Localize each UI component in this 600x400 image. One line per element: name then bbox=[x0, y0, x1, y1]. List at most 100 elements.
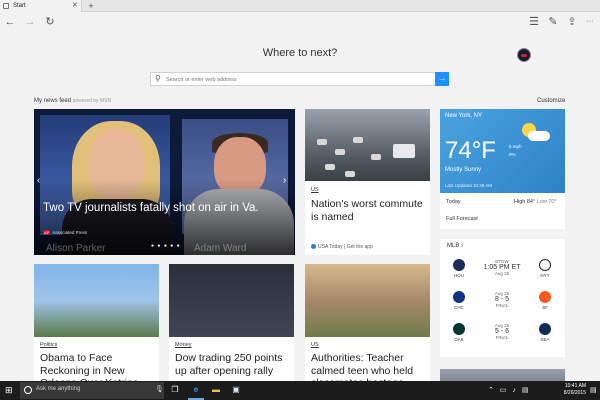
news-image bbox=[305, 264, 430, 337]
mlb-scores-card[interactable]: MLB › HOU BTGW 1:05 PM ET Aug 26 NYY CHC… bbox=[440, 239, 565, 357]
file-explorer-icon[interactable]: ▬ bbox=[211, 385, 221, 395]
more-button[interactable]: ··· bbox=[583, 15, 597, 29]
tab-label: Start bbox=[13, 3, 26, 9]
weather-temperature: 74°F bbox=[445, 137, 496, 164]
cortana-search-box[interactable]: Ask me anything 🎙 bbox=[20, 382, 164, 399]
team-abbr: SEA bbox=[540, 337, 550, 342]
web-note-button[interactable]: ✎ bbox=[546, 15, 560, 29]
task-view-icon[interactable]: ❐ bbox=[170, 385, 180, 395]
card-category[interactable]: Money bbox=[175, 342, 192, 348]
team-logo-icon bbox=[539, 259, 551, 271]
search-input[interactable] bbox=[166, 74, 434, 85]
home-team: SEA bbox=[535, 323, 555, 342]
mlb-header[interactable]: MLB › bbox=[447, 243, 463, 249]
photo-detail bbox=[393, 144, 415, 158]
page-title: Where to next? bbox=[262, 47, 338, 59]
windows-start-icon[interactable]: ⊞ bbox=[5, 385, 13, 395]
system-tray-icons[interactable]: ⌃ ▭ ♪ ▤ bbox=[488, 386, 530, 394]
weather-panel: New York, NY 74°F 5 mph 0% Mostly Sunny … bbox=[440, 109, 565, 193]
taskbar: ⊞ Ask me anything 🎙 ❐ e ▬ ▣ ⌃ ▭ ♪ ▤ 10:4… bbox=[0, 381, 600, 400]
forward-button[interactable]: → bbox=[23, 15, 37, 29]
team-logo-icon bbox=[539, 291, 551, 303]
carousel-next-button[interactable]: › bbox=[283, 175, 286, 186]
avatar[interactable] bbox=[517, 48, 531, 62]
high-low: High 84° Low 70° bbox=[514, 199, 557, 205]
hero-source: Associated Press bbox=[43, 230, 87, 235]
photo-detail bbox=[371, 154, 381, 160]
edge-icon[interactable]: e bbox=[191, 385, 201, 395]
team-abbr: HOU bbox=[454, 273, 464, 278]
team-abbr: CHC bbox=[454, 305, 464, 310]
game-row[interactable]: OAK Aug 25 5 - 6 FINAL SEA bbox=[440, 323, 565, 355]
full-forecast-link[interactable]: Full Forecast bbox=[446, 216, 478, 222]
photo-detail bbox=[353, 137, 363, 143]
photo-detail bbox=[325, 164, 335, 170]
card-title[interactable]: Dow trading 250 points up after opening … bbox=[175, 352, 288, 377]
new-tab-button[interactable]: + bbox=[86, 0, 96, 12]
team-abbr: NYY bbox=[540, 273, 550, 278]
game-row[interactable]: HOU BTGW 1:05 PM ET Aug 26 NYY bbox=[440, 259, 565, 291]
carousel-dots[interactable]: ● ● ● ● ● bbox=[151, 243, 181, 249]
weather-updated: Last Updated 10:38 AM bbox=[445, 183, 493, 188]
close-tab-icon[interactable]: ✕ bbox=[72, 0, 78, 12]
card-title[interactable]: Authorities: Teacher calmed teen who hel… bbox=[311, 352, 424, 382]
hero-name-left: Alison Parker bbox=[46, 243, 106, 254]
hero-headline[interactable]: Two TV journalists fatally shot on air i… bbox=[43, 202, 259, 214]
store-icon[interactable]: ▣ bbox=[231, 385, 241, 395]
away-team: CHC bbox=[449, 291, 469, 310]
card-category[interactable]: US bbox=[311, 342, 319, 348]
photo-detail bbox=[345, 171, 355, 177]
weather-details: 5 mph 0% bbox=[509, 143, 522, 159]
game-line3: FINAL bbox=[495, 303, 509, 308]
weather-card[interactable]: New York, NY 74°F 5 mph 0% Mostly Sunny … bbox=[440, 109, 565, 229]
news-image bbox=[34, 264, 159, 337]
high-temp: High 84° bbox=[514, 199, 536, 205]
game-line2: 5 - 6 bbox=[494, 328, 509, 335]
hero-card[interactable]: ‹ › Two TV journalists fatally shot on a… bbox=[34, 109, 295, 255]
page-icon bbox=[3, 3, 9, 9]
refresh-button[interactable]: ↻ bbox=[43, 15, 57, 29]
weather-condition: Mostly Sunny bbox=[445, 167, 482, 173]
home-team: NYY bbox=[535, 259, 555, 278]
card-category[interactable]: Politics bbox=[40, 342, 57, 348]
microphone-icon[interactable]: 🎙 bbox=[155, 385, 164, 393]
card-title[interactable]: Obama to Face Reckoning in New Orleans O… bbox=[40, 352, 153, 382]
photo-detail bbox=[317, 139, 327, 145]
team-logo-icon bbox=[453, 291, 465, 303]
game-row[interactable]: CHC Aug 25 8 - 5 FINAL SF bbox=[440, 291, 565, 323]
card-category[interactable]: US bbox=[311, 187, 319, 193]
photo-detail bbox=[335, 149, 345, 155]
game-line2: 1:05 PM ET bbox=[483, 264, 521, 271]
news-card-obama[interactable]: Politics Obama to Face Reckoning in New … bbox=[34, 264, 159, 382]
search-go-button[interactable]: → bbox=[435, 72, 449, 86]
powered-by: powered by MSN bbox=[72, 98, 112, 104]
clock[interactable]: 10:41 AM 8/26/2015 bbox=[552, 383, 586, 397]
game-line2: 8 - 5 bbox=[494, 296, 509, 303]
away-team: OAK bbox=[449, 323, 469, 342]
wind-speed: 5 mph bbox=[509, 144, 522, 149]
weather-location: New York, NY bbox=[445, 113, 483, 119]
carousel-prev-button[interactable]: ‹ bbox=[37, 175, 40, 186]
card-source[interactable]: USA Today | Get the app bbox=[311, 244, 373, 250]
precipitation: 0% bbox=[509, 152, 516, 157]
team-logo-icon bbox=[453, 259, 465, 271]
customize-link[interactable]: Customize bbox=[537, 98, 565, 104]
news-image bbox=[169, 264, 294, 337]
team-abbr: SF bbox=[542, 305, 548, 310]
hero-name-right: Adam Ward bbox=[194, 243, 247, 254]
feed-title: My news feed bbox=[34, 98, 72, 104]
share-button[interactable]: ⇪ bbox=[565, 15, 579, 29]
card-title[interactable]: Nation's worst commute is named bbox=[311, 198, 424, 223]
back-button[interactable]: ← bbox=[3, 15, 17, 29]
news-card-dow[interactable]: Money Dow trading 250 points up after op… bbox=[169, 264, 294, 382]
hub-button[interactable]: ☰ bbox=[527, 15, 541, 29]
news-card-commute[interactable]: US Nation's worst commute is named USA T… bbox=[305, 109, 430, 255]
news-feed-label: My news feed powered by MSN bbox=[34, 98, 111, 104]
game-info: Aug 25 5 - 6 FINAL bbox=[477, 323, 527, 340]
tab-start[interactable]: Start ✕ bbox=[0, 0, 82, 12]
news-card-teacher[interactable]: US Authorities: Teacher calmed teen who … bbox=[305, 264, 430, 382]
search-icon: ⚲ bbox=[155, 74, 161, 83]
team-logo-icon bbox=[539, 323, 551, 335]
notifications-icon[interactable]: ▤ bbox=[590, 386, 597, 394]
traffic-image bbox=[305, 109, 430, 181]
